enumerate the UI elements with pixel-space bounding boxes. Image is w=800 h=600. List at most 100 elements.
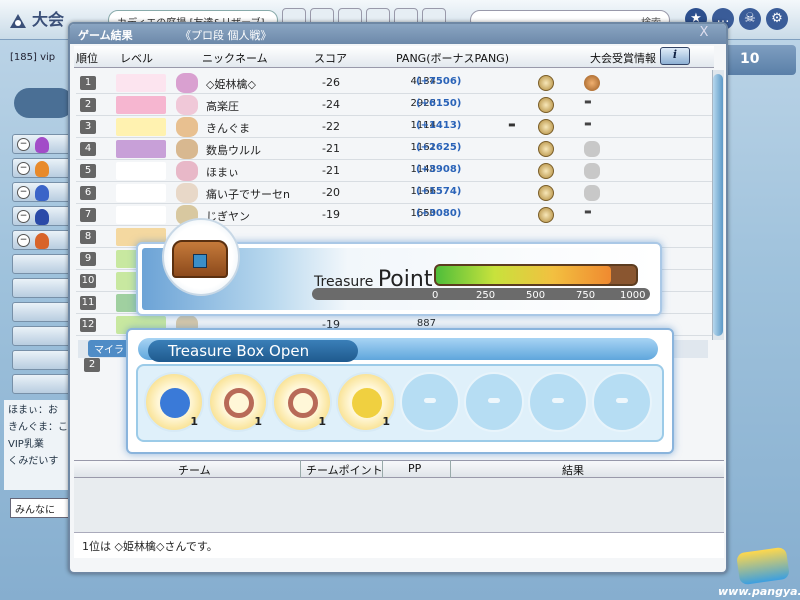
table-row[interactable]: 5 ほまぃ -21 1148 (+3908) [76,160,712,182]
no-award-icon: ▬ [584,119,592,128]
bonus-pang: (+6150) [416,98,462,109]
gear-icon[interactable]: ⚙ [766,8,788,30]
treasure-slot[interactable]: 1 [144,372,204,432]
level-badge [116,118,166,136]
treasure-slot[interactable] [464,372,524,432]
avatar-icon [176,95,198,115]
minus-icon[interactable]: − [17,186,30,199]
column-divider [300,460,301,478]
rank-badge: 3 [80,120,96,134]
treasure-slot[interactable] [400,372,460,432]
trophy-icon [538,207,554,223]
treasure-slot[interactable]: 1 [208,372,268,432]
level-badge [116,184,166,202]
scrollbar-thumb[interactable] [713,74,723,336]
table-row[interactable]: 4 数島ウルル -21 1161 (+2625) [76,138,712,160]
player-slot-8[interactable] [12,302,76,322]
level-badge [116,74,166,92]
treasure-point-fill [436,266,611,284]
score: -20 [322,186,340,199]
award-item-icon [584,185,600,201]
team-table-body [74,478,724,532]
close-button[interactable]: X [694,25,714,41]
player-slot-6[interactable] [12,254,76,274]
left-avatar-bubble [14,88,74,118]
treasure-slot[interactable]: 1 [336,372,396,432]
character-icon [35,161,49,177]
character-icon [35,233,49,249]
character-icon [35,137,49,153]
award-item-icon [584,163,600,179]
trophy-icon [538,75,554,91]
banana-icon [352,388,382,418]
player-slot-3[interactable]: − [12,182,76,202]
avatar-icon [176,117,198,137]
level-badge [116,140,166,158]
avatar-icon [176,73,198,93]
level-badge [116,96,166,114]
window-title-bar[interactable] [70,24,726,44]
treasure-tick: 250 [476,290,496,301]
award-info-button[interactable]: i [660,47,690,65]
table-row[interactable]: 3 きんぐま -22 1114 (+1413) ▬ ▬ [76,116,712,138]
player-slot-10[interactable] [12,350,76,370]
score: -19 [322,208,340,221]
table-row[interactable]: 1 ◇姫林檎◇ -26 4134 (+7506) [76,72,712,94]
chat-line: くみだいす [8,456,59,467]
treasure-tick: 0 [432,290,439,301]
col-score: スコア [314,52,347,65]
rank-badge: 12 [80,318,96,332]
bonus-pang: (+3908) [416,164,462,175]
col-award: 大会受賞情報 [590,52,656,65]
nickname: ◇姫林檎◇ [206,78,256,91]
trophy-icon [538,97,554,113]
table-row[interactable]: 6 痛い子でサーセn -20 1166 (+1574) [76,182,712,204]
lobby-icon [8,12,28,30]
blue-flower-icon [160,388,190,418]
minus-icon[interactable]: − [17,138,30,151]
no-award-icon: ▬ [584,97,592,106]
player-slot-4[interactable]: − [12,206,76,226]
ring-icon [224,388,254,418]
bonus-pang: (+3080) [416,208,462,219]
avatar-icon [176,161,198,181]
my-team-label: マイラ [88,340,130,357]
chat-target-select[interactable]: みんなに [10,498,72,518]
treasure-slot[interactable] [592,372,652,432]
bonus-pang: (+7506) [416,76,462,87]
treasure-slot[interactable]: 1 [272,372,332,432]
player-slot-7[interactable] [12,278,76,298]
bronze-medal-icon [584,75,600,91]
challenge-badge-logo [736,546,790,586]
minus-icon[interactable]: − [17,162,30,175]
brand-url[interactable]: www.pangya.jp [718,585,800,598]
col-rank: 順位 [76,52,98,65]
table-row[interactable]: 2 高楽圧 -24 2923 (+6150) ▬ [76,94,712,116]
rank-badge: 4 [80,142,96,156]
chest-lock-icon [193,254,207,268]
item-quantity: 1 [190,415,198,428]
player-slot-2[interactable]: − [12,158,76,178]
table-row[interactable]: 7 じぎヤン -19 1650 (+3080) ▬ [76,204,712,226]
player-slot-11[interactable] [12,374,76,394]
col-level: レベル [120,52,153,65]
score: -21 [322,142,340,155]
player-slot-1[interactable]: − [12,134,76,154]
rank-badge: 11 [80,296,96,310]
minus-icon[interactable]: − [17,234,30,247]
player-slot-9[interactable] [12,326,76,346]
rank-badge: 8 [80,230,96,244]
player-slot-5[interactable]: − [12,230,76,250]
item-quantity: 1 [254,415,262,428]
level-badge [116,162,166,180]
treasure-slot[interactable] [528,372,588,432]
minus-icon[interactable]: − [17,210,30,223]
col-result: 結果 [562,464,584,477]
trophy-icon [538,141,554,157]
right-score: 10 [740,51,760,67]
col-nickname: ニックネーム [202,52,268,65]
score: -21 [322,164,340,177]
skull-icon[interactable]: ☠ [739,8,761,30]
app-logo: 大会 [8,6,64,30]
empty-slot-icon [552,398,564,403]
